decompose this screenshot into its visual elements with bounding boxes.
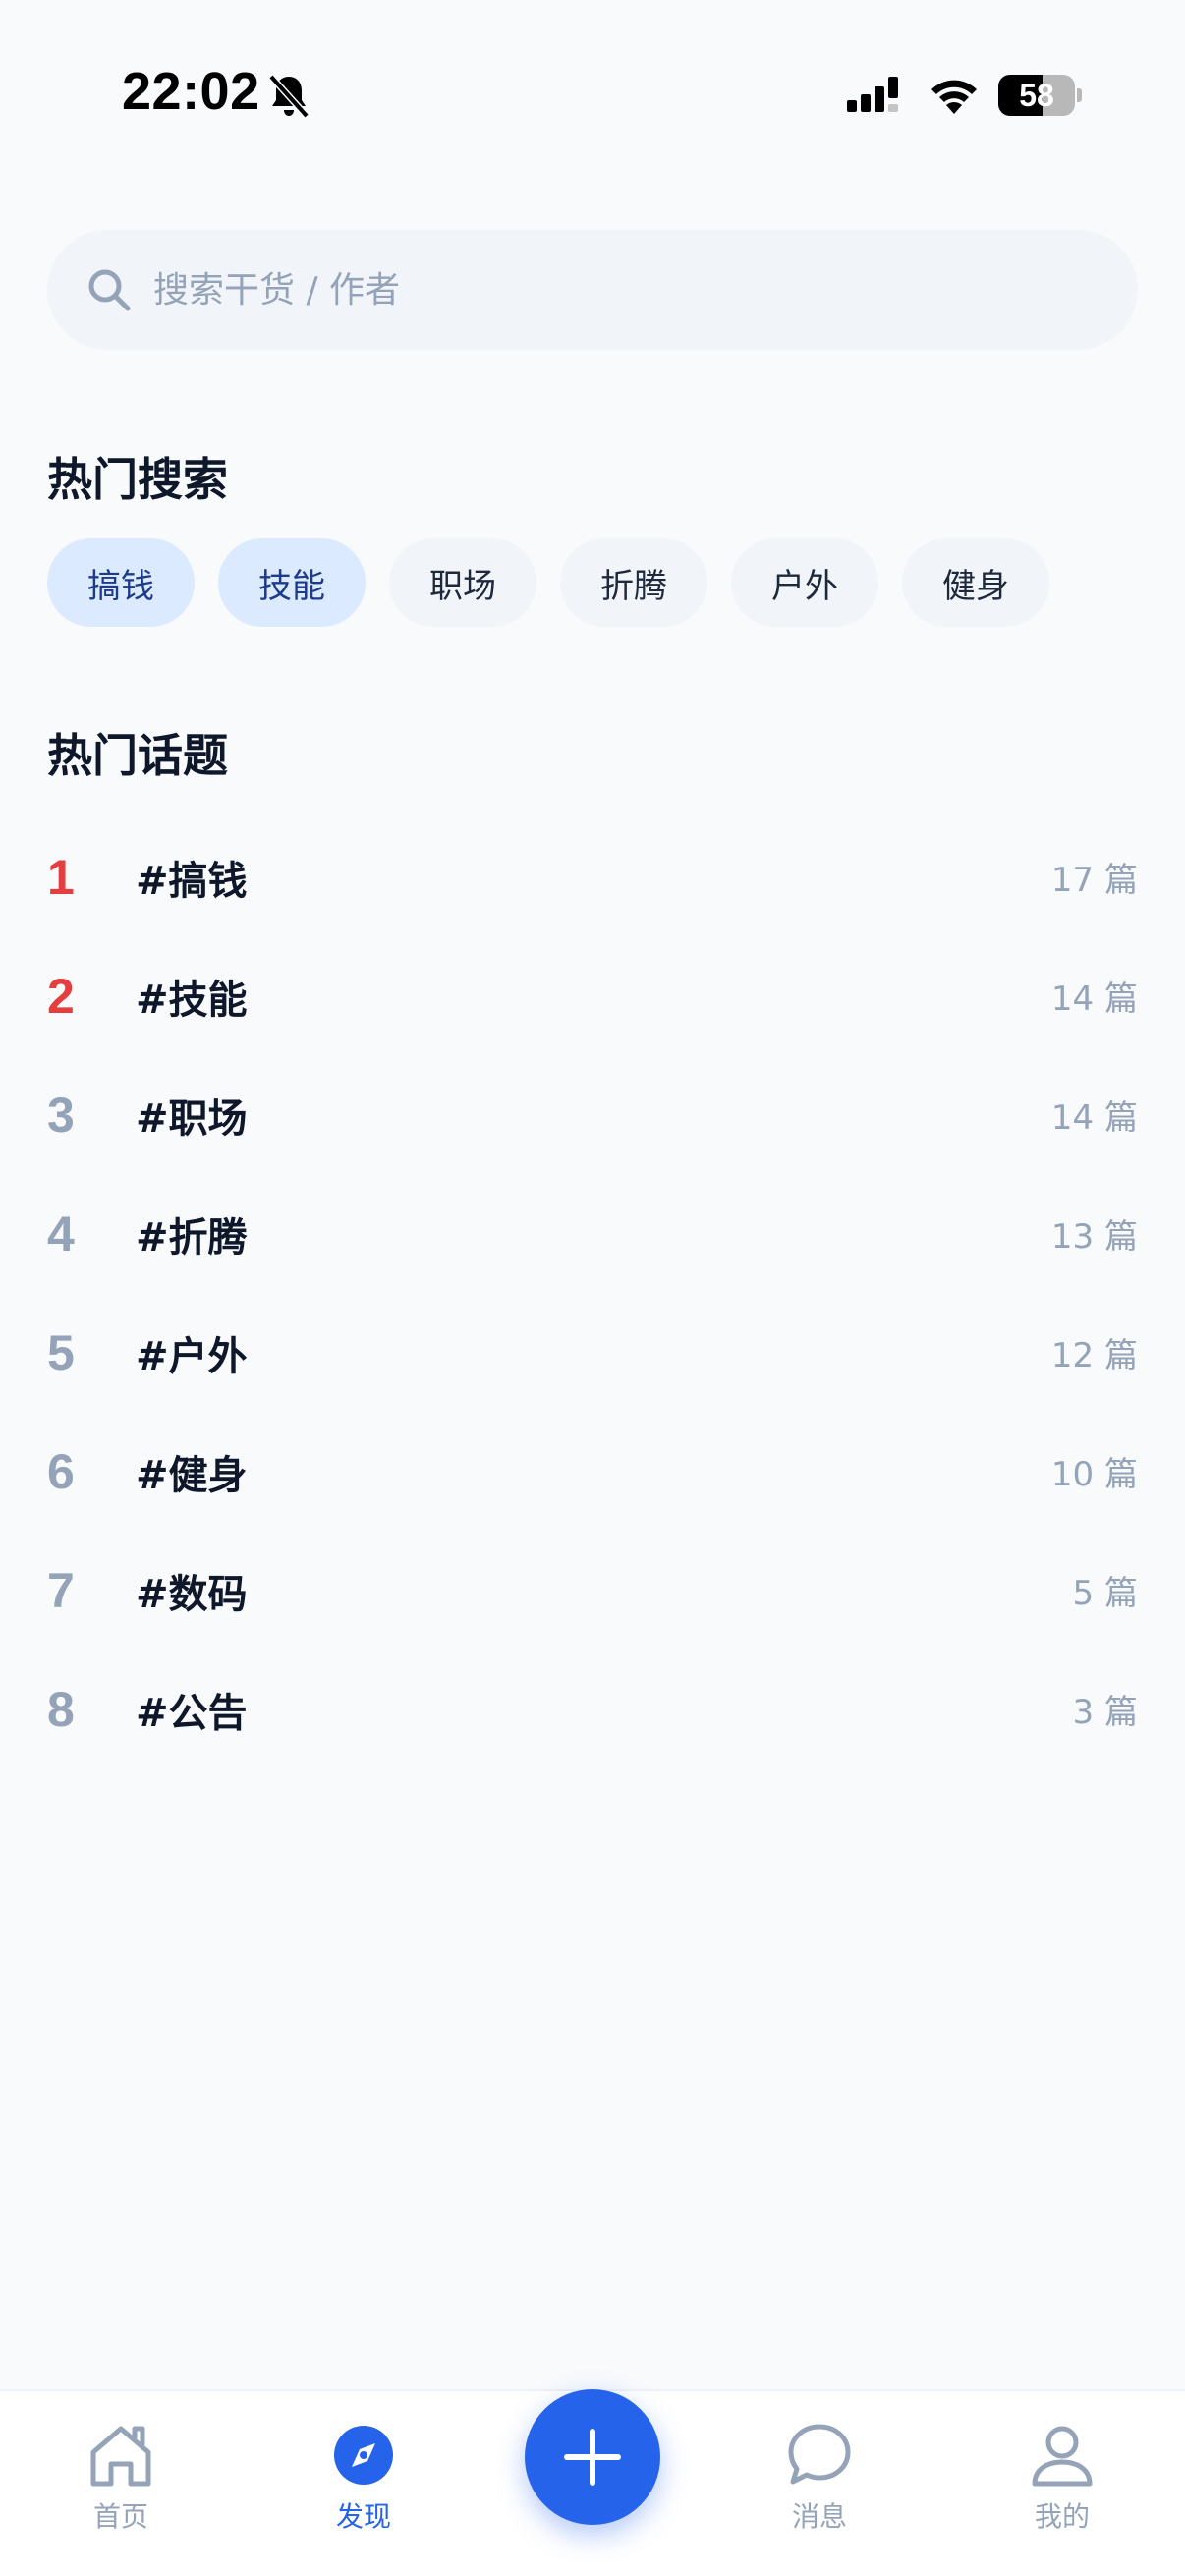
topic-rank: 4 xyxy=(47,1205,75,1261)
topic-name: #搞钱 xyxy=(136,858,248,904)
nav-me-label: 我的 xyxy=(1034,2500,1090,2533)
compass-icon xyxy=(334,2426,393,2485)
status-bar: 22:02 58 xyxy=(0,0,1185,196)
nav-messages[interactable]: 消息 xyxy=(741,2421,898,2558)
battery-level: 58 xyxy=(1019,78,1054,113)
hot-search-tag[interactable]: 健身 xyxy=(902,538,1049,627)
topic-name: #职场 xyxy=(136,1095,248,1142)
topic-name: #公告 xyxy=(136,1690,248,1736)
battery-cap xyxy=(1077,88,1082,102)
topic-count: 13 篇 xyxy=(1050,1217,1138,1257)
user-icon xyxy=(1032,2426,1093,2487)
hot-topics-list: 1 #搞钱 17 篇 2 #技能 14 篇 3 #职场 14 篇 4 #折腾 1… xyxy=(47,817,1138,1768)
signal-icon xyxy=(847,77,898,112)
topic-count: 14 篇 xyxy=(1050,1098,1138,1138)
topic-rank: 6 xyxy=(47,1443,75,1499)
nav-messages-label: 消息 xyxy=(791,2500,847,2533)
wifi-icon xyxy=(931,80,977,114)
topic-row[interactable]: 5 #户外 12 篇 xyxy=(47,1293,1138,1412)
nav-me[interactable]: 我的 xyxy=(984,2421,1141,2558)
battery-body: 58 xyxy=(998,75,1075,116)
topic-name: #技能 xyxy=(136,977,248,1023)
status-time: 22:02 xyxy=(122,62,260,121)
topic-name: #数码 xyxy=(136,1571,248,1617)
search-icon xyxy=(88,269,131,311)
topic-count: 14 篇 xyxy=(1050,980,1138,1019)
topic-row[interactable]: 6 #健身 10 篇 xyxy=(47,1412,1138,1531)
create-post-button[interactable] xyxy=(525,2389,660,2525)
hot-search-tag[interactable]: 户外 xyxy=(731,538,878,627)
topic-row[interactable]: 7 #数码 5 篇 xyxy=(47,1531,1138,1650)
bell-off-icon xyxy=(268,74,310,119)
topic-row[interactable]: 4 #折腾 13 篇 xyxy=(47,1174,1138,1293)
topic-count: 5 篇 xyxy=(1072,1574,1138,1613)
topic-name: #健身 xyxy=(136,1452,248,1498)
topic-row[interactable]: 2 #技能 14 篇 xyxy=(47,936,1138,1055)
topic-name: #户外 xyxy=(136,1333,248,1379)
hot-search-tag[interactable]: 折腾 xyxy=(560,538,707,627)
hot-search-tag[interactable]: 技能 xyxy=(218,538,366,627)
home-icon xyxy=(90,2426,151,2487)
nav-home[interactable]: 首页 xyxy=(42,2421,199,2558)
nav-home-label: 首页 xyxy=(92,2500,148,2533)
topic-count: 10 篇 xyxy=(1050,1455,1138,1494)
topic-rank: 7 xyxy=(47,1562,75,1618)
topic-row[interactable]: 8 #公告 3 篇 xyxy=(47,1650,1138,1768)
hot-search-tags: 搞钱 技能 职场 折腾 户外 健身 xyxy=(47,538,1138,629)
topic-count: 3 篇 xyxy=(1072,1693,1138,1732)
hot-search-tag[interactable]: 职场 xyxy=(389,538,536,627)
hot-search-tag[interactable]: 搞钱 xyxy=(47,538,195,627)
nav-discover-label: 发现 xyxy=(335,2500,391,2533)
topic-count: 17 篇 xyxy=(1050,861,1138,900)
topic-rank: 8 xyxy=(47,1681,75,1737)
search-bar[interactable] xyxy=(47,230,1138,350)
plus-icon xyxy=(564,2429,621,2486)
topic-name: #折腾 xyxy=(136,1214,248,1260)
topic-rank: 2 xyxy=(47,968,75,1024)
topic-count: 12 篇 xyxy=(1050,1336,1138,1375)
topic-row[interactable]: 1 #搞钱 17 篇 xyxy=(47,817,1138,936)
search-input[interactable] xyxy=(153,230,1097,350)
nav-discover[interactable]: 发现 xyxy=(285,2421,442,2558)
battery-indicator: 58 xyxy=(998,75,1082,116)
hot-topics-title: 热门话题 xyxy=(47,729,228,782)
chat-bubble-icon xyxy=(788,2424,851,2485)
topic-row[interactable]: 3 #职场 14 篇 xyxy=(47,1055,1138,1174)
hot-search-title: 热门搜索 xyxy=(47,453,228,506)
topic-rank: 5 xyxy=(47,1324,75,1380)
topic-rank: 1 xyxy=(47,849,75,905)
topic-rank: 3 xyxy=(47,1087,75,1143)
